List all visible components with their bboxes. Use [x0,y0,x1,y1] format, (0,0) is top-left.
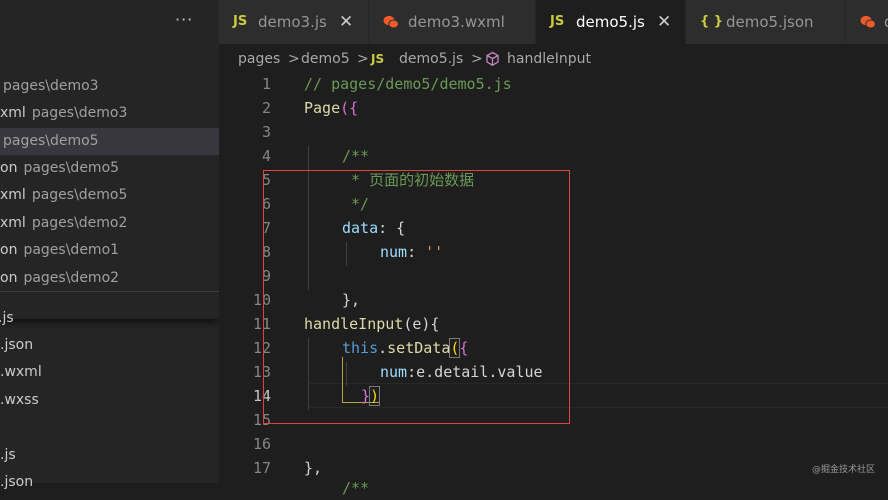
editor-tab-bar: JS demo3.js ✕ demo3.wxml JS demo5.js ✕ {… [219,0,888,44]
tab-label: demo3.wxml [408,13,505,31]
breadcrumb-file[interactable]: demo5.js [399,44,463,74]
js-file-icon: JS [371,52,385,66]
js-file-icon: JS [550,14,565,29]
tab-label: d [884,0,888,44]
wechat-icon [860,15,876,29]
breadcrumb-symbol[interactable]: handleInput [507,44,591,74]
line-number: 16 [252,435,271,453]
line-number: 3 [261,123,271,141]
tab-demo3-wxml[interactable]: demo3.wxml [369,0,536,44]
open-editor-item[interactable]: on pages\demo2 [0,265,219,292]
open-editor-item[interactable]: on pages\demo5 [0,155,219,182]
open-editor-item-selected[interactable]: pages\demo5 [0,128,219,155]
open-editors-list: pages\demo3 xml pages\demo3 pages\demo5 o… [0,44,219,319]
tab-demo3-js[interactable]: JS demo3.js ✕ [219,0,369,44]
close-icon[interactable]: ✕ [339,0,353,44]
tab-label: demo3.js [258,13,327,31]
method-cube-icon [486,51,499,66]
file-tree-item[interactable]: .json [0,332,33,359]
wechat-icon [383,15,399,29]
sidebar-header: ··· [0,0,219,44]
highlight-annotation-box [263,170,570,424]
breadcrumb-demo5[interactable]: demo5 [301,44,350,74]
code-line-4: /** [342,147,370,165]
chevron-right-icon: > [288,51,300,67]
line-number: 1 [261,75,271,93]
line-number: 2 [261,99,271,117]
chevron-right-icon: > [357,51,369,67]
breadcrumb: pages > demo5 > JS demo5.js > handleInpu… [219,44,888,74]
breadcrumb-pages[interactable]: pages [238,44,280,74]
tab-demo5-json[interactable]: { } demo5.json [686,0,846,44]
code-line-18: /** [342,479,370,497]
json-file-icon: { } [700,14,724,29]
line-number: 17 [252,459,271,477]
tab-label: demo5.js [576,13,645,31]
open-editor-item[interactable]: xml pages\demo2 [0,210,219,237]
code-line-1: // pages/demo5/demo5.js [304,75,512,93]
tab-overflow[interactable]: d [846,0,888,44]
open-editor-item[interactable]: pages\demo3 [0,73,219,100]
line-number: 4 [261,147,271,165]
more-actions-icon[interactable]: ··· [175,10,193,29]
open-editor-item[interactable]: on pages\demo1 [0,237,219,264]
tab-demo5-js[interactable]: JS demo5.js ✕ [536,0,686,44]
open-editor-item[interactable]: xml pages\demo5 [0,182,219,209]
open-editors-scroll-shadow [0,292,219,319]
explorer-sidebar: ··· pages\demo3 xml pages\demo3 pages\dem… [0,0,219,490]
tab-label: demo5.json [726,13,814,31]
open-editor-item[interactable]: xml pages\demo3 [0,100,219,127]
file-tree-item[interactable]: .wxml [0,359,42,386]
code-line-17: }, [304,459,323,477]
file-tree-item[interactable]: .wxss [0,387,39,414]
close-icon[interactable]: ✕ [657,0,671,44]
code-line-2: Page({ [304,99,359,117]
watermark: @掘金技术社区 [812,465,876,475]
js-file-icon: JS [233,14,248,29]
file-tree-item[interactable]: .js [0,442,16,469]
file-tree-item[interactable]: .js [0,305,14,332]
chevron-right-icon: > [471,51,483,67]
